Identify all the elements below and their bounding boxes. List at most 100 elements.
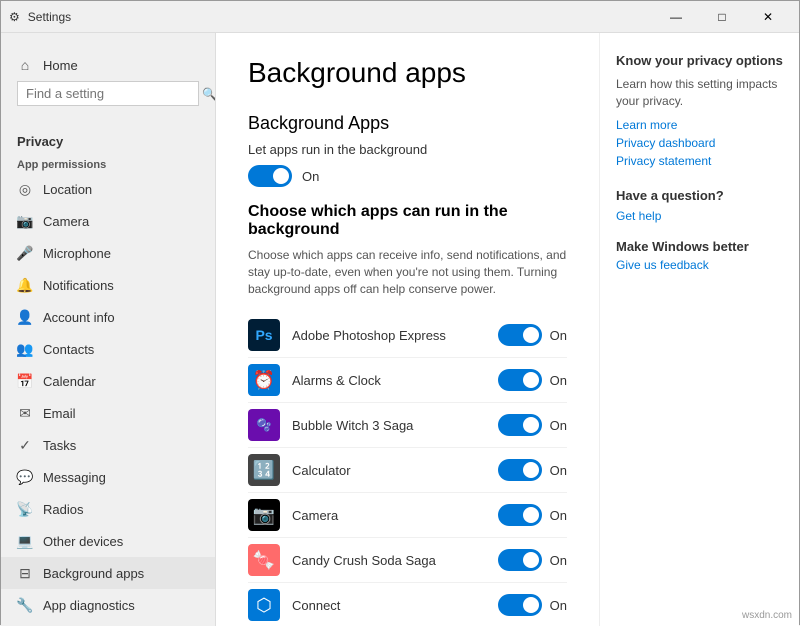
app-name-clock: Alarms & Clock — [292, 373, 486, 388]
toggle-label-camera: On — [550, 508, 567, 523]
feedback-link[interactable]: Give us feedback — [616, 258, 783, 272]
right-panel: Know your privacy options Learn how this… — [599, 33, 799, 626]
app-toggle-area-camera: On — [498, 504, 567, 526]
messaging-icon: 💬 — [17, 469, 33, 485]
app-icon-candy: 🍬 — [248, 544, 280, 576]
sidebar-item-label: Location — [43, 182, 92, 197]
app-icon-connect: ⬡ — [248, 589, 280, 621]
sidebar-item-label: Calendar — [43, 374, 96, 389]
sidebar-item-label: Notifications — [43, 278, 114, 293]
question-section: Have a question? Get help — [616, 188, 783, 223]
title-bar-controls: — □ ✕ — [653, 1, 791, 33]
sidebar-item-label: Camera — [43, 214, 89, 229]
title-bar: ⚙ Settings — □ ✕ — [1, 1, 799, 33]
toggle-label-candy: On — [550, 553, 567, 568]
toggle-camera[interactable] — [498, 504, 542, 526]
sidebar: ⌂ Home 🔍 Privacy App permissions ◎ Locat… — [1, 33, 216, 626]
toggle-knob — [273, 168, 289, 184]
sidebar-item-location[interactable]: ◎ Location — [1, 173, 215, 205]
home-icon: ⌂ — [17, 57, 33, 73]
sidebar-item-label: Background apps — [43, 566, 144, 581]
toggle-candy[interactable] — [498, 549, 542, 571]
minimize-button[interactable]: — — [653, 1, 699, 33]
toggle-knob — [523, 507, 539, 523]
location-icon: ◎ — [17, 181, 33, 197]
title-bar-title: Settings — [28, 10, 71, 24]
toggle-calculator[interactable] — [498, 459, 542, 481]
choose-section-title: Choose which apps can run in the backgro… — [248, 203, 567, 239]
main-toggle[interactable] — [248, 165, 292, 187]
app-icon-camera: 📷 — [248, 499, 280, 531]
sidebar-item-contacts[interactable]: 👥 Contacts — [1, 333, 215, 365]
account-icon: 👤 — [17, 309, 33, 325]
calendar-icon: 📅 — [17, 373, 33, 389]
sidebar-header: ⌂ Home 🔍 — [1, 33, 215, 126]
sidebar-item-notifications[interactable]: 🔔 Notifications — [1, 269, 215, 301]
sidebar-item-auto-file[interactable]: ⬇ Automatic file downloads — [1, 621, 215, 626]
app-name-bubble: Bubble Witch 3 Saga — [292, 418, 486, 433]
toggle-knob — [523, 327, 539, 343]
app-toggle-area-bubble: On — [498, 414, 567, 436]
sidebar-item-email[interactable]: ✉ Email — [1, 397, 215, 429]
radios-icon: 📡 — [17, 501, 33, 517]
sidebar-item-radios[interactable]: 📡 Radios — [1, 493, 215, 525]
sidebar-item-account[interactable]: 👤 Account info — [1, 301, 215, 333]
email-icon: ✉ — [17, 405, 33, 421]
page-title: Background apps — [248, 57, 567, 89]
toggle-connect[interactable] — [498, 594, 542, 616]
toggle-knob — [523, 462, 539, 478]
sidebar-item-camera[interactable]: 📷 Camera — [1, 205, 215, 237]
sidebar-item-label: Account info — [43, 310, 115, 325]
settings-icon: ⚙ — [9, 10, 20, 24]
app-diagnostics-icon: 🔧 — [17, 597, 33, 613]
sidebar-item-background-apps[interactable]: ⊟ Background apps — [1, 557, 215, 589]
sidebar-item-microphone[interactable]: 🎤 Microphone — [1, 237, 215, 269]
notifications-icon: 🔔 — [17, 277, 33, 293]
maximize-button[interactable]: □ — [699, 1, 745, 33]
sidebar-item-label: Microphone — [43, 246, 111, 261]
question-title: Have a question? — [616, 188, 783, 203]
privacy-dashboard-link[interactable]: Privacy dashboard — [616, 136, 783, 150]
toggle-label-clock: On — [550, 373, 567, 388]
let-apps-label: Let apps run in the background — [248, 142, 567, 157]
app-toggle-area-calculator: On — [498, 459, 567, 481]
app-toggle-area-clock: On — [498, 369, 567, 391]
toggle-photoshop[interactable] — [498, 324, 542, 346]
sidebar-item-other-devices[interactable]: 💻 Other devices — [1, 525, 215, 557]
app-icon-photoshop: Ps — [248, 319, 280, 351]
app-toggle-area-photoshop: On — [498, 324, 567, 346]
close-button[interactable]: ✕ — [745, 1, 791, 33]
toggle-label-photoshop: On — [550, 328, 567, 343]
sidebar-search[interactable]: 🔍 — [17, 81, 199, 106]
privacy-statement-link[interactable]: Privacy statement — [616, 154, 783, 168]
app-permissions-label: App permissions — [1, 153, 215, 173]
tasks-icon: ✓ — [17, 437, 33, 453]
app-row: 🍬 Candy Crush Soda Saga On — [248, 538, 567, 583]
windows-better-title: Make Windows better — [616, 239, 783, 254]
toggle-knob — [523, 552, 539, 568]
learn-more-link[interactable]: Learn more — [616, 118, 783, 132]
toggle-bubble[interactable] — [498, 414, 542, 436]
background-apps-icon: ⊟ — [17, 565, 33, 581]
app-name-photoshop: Adobe Photoshop Express — [292, 328, 486, 343]
sidebar-item-home[interactable]: ⌂ Home — [17, 49, 199, 81]
app-row: Ps Adobe Photoshop Express On — [248, 313, 567, 358]
search-icon: 🔍 — [202, 87, 216, 101]
toggle-label-calculator: On — [550, 463, 567, 478]
toggle-clock[interactable] — [498, 369, 542, 391]
main-content: Background apps Background Apps Let apps… — [216, 33, 599, 626]
title-bar-left: ⚙ Settings — [9, 10, 71, 24]
sidebar-item-calendar[interactable]: 📅 Calendar — [1, 365, 215, 397]
other-devices-icon: 💻 — [17, 533, 33, 549]
know-desc: Learn how this setting impacts your priv… — [616, 76, 783, 110]
sidebar-item-app-diagnostics[interactable]: 🔧 App diagnostics — [1, 589, 215, 621]
sidebar-item-label: Radios — [43, 502, 83, 517]
sidebar-item-label: Other devices — [43, 534, 123, 549]
sidebar-item-messaging[interactable]: 💬 Messaging — [1, 461, 215, 493]
search-input[interactable] — [26, 86, 202, 101]
sidebar-item-label: App diagnostics — [43, 598, 135, 613]
sidebar-item-tasks[interactable]: ✓ Tasks — [1, 429, 215, 461]
get-help-link[interactable]: Get help — [616, 209, 783, 223]
app-icon-clock: ⏰ — [248, 364, 280, 396]
sidebar-item-label: Messaging — [43, 470, 106, 485]
